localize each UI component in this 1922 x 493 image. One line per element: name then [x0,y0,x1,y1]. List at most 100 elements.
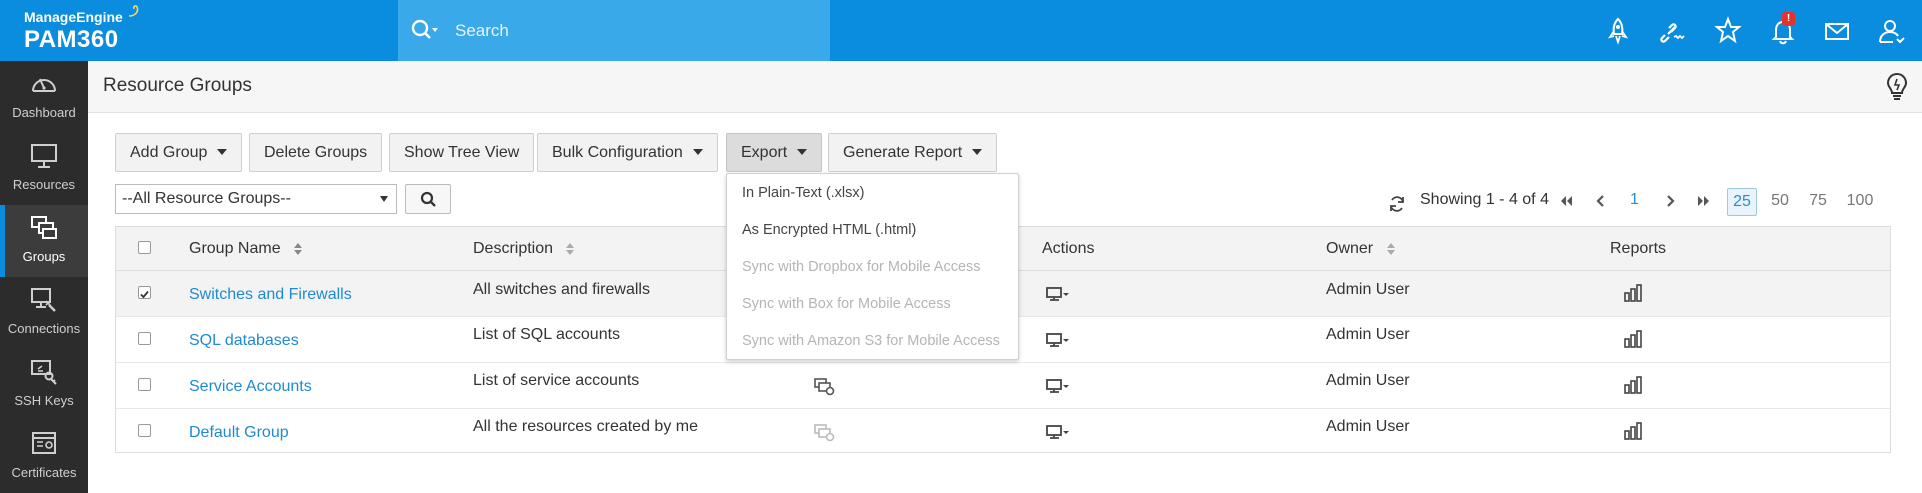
sort-icon[interactable] [1386,242,1396,256]
chevron-down-icon [797,148,808,155]
table-row[interactable]: Service Accounts List of service account… [116,363,1890,409]
report-chart-icon[interactable] [1622,376,1646,394]
group-name-link[interactable]: Default Group [189,424,289,442]
export-label: Export [741,144,788,161]
monitor-icon [31,144,57,168]
sidebar-item-groups[interactable]: Groups [0,205,88,277]
search-icon[interactable] [410,18,440,42]
row-checkbox[interactable] [138,286,151,299]
brand-logo[interactable]: ManageEngine PAM360 [0,0,139,61]
bulk-configuration-button[interactable]: Bulk Configuration [537,133,718,172]
groups-icon [31,216,57,239]
search-input[interactable]: Search [455,21,509,41]
bulk-configuration-label: Bulk Configuration [552,144,683,161]
report-chart-icon[interactable] [1622,422,1646,440]
column-header-description[interactable]: Description [473,240,575,258]
group-owner: Admin User [1326,418,1410,435]
user-profile-icon[interactable] [1877,16,1907,46]
column-header-actions: Actions [1042,240,1095,257]
connections-icon [31,288,56,312]
export-menu-item-xlsx[interactable]: In Plain-Text (.xlsx) [742,185,864,201]
delete-groups-label: Delete Groups [264,144,368,161]
dashboard-icon [32,78,56,92]
filter-selected-value: --All Resource Groups-- [122,190,291,207]
owner-header-label: Owner [1326,240,1374,257]
resource-group-filter-select[interactable]: --All Resource Groups-- [115,184,397,214]
group-name-link[interactable]: Switches and Firewalls [189,286,352,304]
connect-link-icon[interactable] [1657,16,1687,46]
row-checkbox[interactable] [138,424,151,437]
sidebar-item-ssh-keys[interactable]: SSH Keys [0,349,88,421]
certificate-icon [32,432,56,454]
notification-badge: ! [1782,12,1795,26]
sidebar-item-label: Dashboard [12,105,76,120]
refresh-icon[interactable] [1387,194,1407,214]
actions-menu-icon[interactable] [1046,286,1070,304]
sidebar-item-resources[interactable]: Resources [0,133,88,205]
row-checkbox[interactable] [138,332,151,345]
table-row[interactable]: Default Group All the resources created … [116,409,1890,455]
filter-search-button[interactable] [405,184,451,214]
page-header: Resource Groups [88,61,1922,113]
add-group-button[interactable]: Add Group [115,133,243,172]
page-size-25[interactable]: 25 [1727,188,1757,216]
group-resources-icon [814,424,835,442]
delete-groups-button[interactable]: Delete Groups [249,133,383,172]
group-description: All switches and firewalls [473,281,650,298]
group-owner: Admin User [1326,326,1410,343]
sidebar-item-label: Groups [22,249,66,264]
column-header-group-name[interactable]: Group Name [189,240,303,258]
description-header-label: Description [473,240,554,257]
first-page-icon[interactable] [1557,192,1575,210]
group-resources-icon[interactable] [813,378,837,396]
generate-report-button[interactable]: Generate Report [828,133,998,172]
sort-icon[interactable] [565,242,575,256]
mail-icon[interactable] [1822,16,1852,46]
report-chart-icon[interactable] [1622,284,1646,302]
search-bar[interactable]: Search [398,0,830,61]
sidebar-item-connections[interactable]: Connections [0,277,88,349]
group-name-header-label: Group Name [189,240,281,257]
rocket-icon[interactable] [1603,16,1633,46]
group-name-link[interactable]: Service Accounts [189,378,312,396]
last-page-icon[interactable] [1695,192,1713,210]
sidebar: Dashboard Resources Groups Connections S… [0,61,88,493]
actions-menu-icon[interactable] [1046,332,1070,350]
sort-icon[interactable] [293,242,303,256]
current-page-number[interactable]: 1 [1630,191,1639,209]
add-group-label: Add Group [130,144,208,161]
chevron-down-icon [692,148,703,155]
export-menu-item-box: Sync with Box for Mobile Access [742,296,951,312]
sidebar-item-label: Resources [12,177,76,192]
sidebar-item-dashboard[interactable]: Dashboard [0,61,88,133]
group-description: All the resources created by me [473,418,698,435]
next-page-icon[interactable] [1661,192,1679,210]
previous-page-icon[interactable] [1592,192,1610,210]
brand-company: ManageEngine [24,9,123,25]
lightbulb-tip-icon[interactable] [1884,72,1910,102]
page-size-50[interactable]: 50 [1765,188,1795,216]
export-button[interactable]: Export [726,133,823,172]
sidebar-item-label: SSH Keys [14,393,74,408]
page-size-75[interactable]: 75 [1803,188,1833,216]
group-description: List of SQL accounts [473,326,621,343]
export-menu-item-html[interactable]: As Encrypted HTML (.html) [742,222,916,238]
brand-swirl-icon [128,5,139,17]
sidebar-item-certificates[interactable]: Certificates [0,421,88,493]
search-icon [420,191,436,207]
actions-menu-icon[interactable] [1046,424,1070,442]
actions-menu-icon[interactable] [1046,378,1070,396]
column-header-owner[interactable]: Owner [1326,240,1396,258]
brand-product: PAM360 [24,26,119,53]
row-checkbox[interactable] [138,378,151,391]
page-size-100[interactable]: 100 [1841,188,1879,216]
report-chart-icon[interactable] [1622,330,1646,348]
ssh-key-icon [31,360,57,385]
export-menu-item-dropbox: Sync with Dropbox for Mobile Access [742,259,981,275]
group-name-link[interactable]: SQL databases [189,332,299,350]
user-star-icon[interactable] [1713,16,1743,46]
show-tree-view-label: Show Tree View [404,144,520,161]
sidebar-item-label: Connections [7,321,81,336]
select-all-checkbox[interactable] [138,241,151,254]
show-tree-view-button[interactable]: Show Tree View [389,133,535,172]
